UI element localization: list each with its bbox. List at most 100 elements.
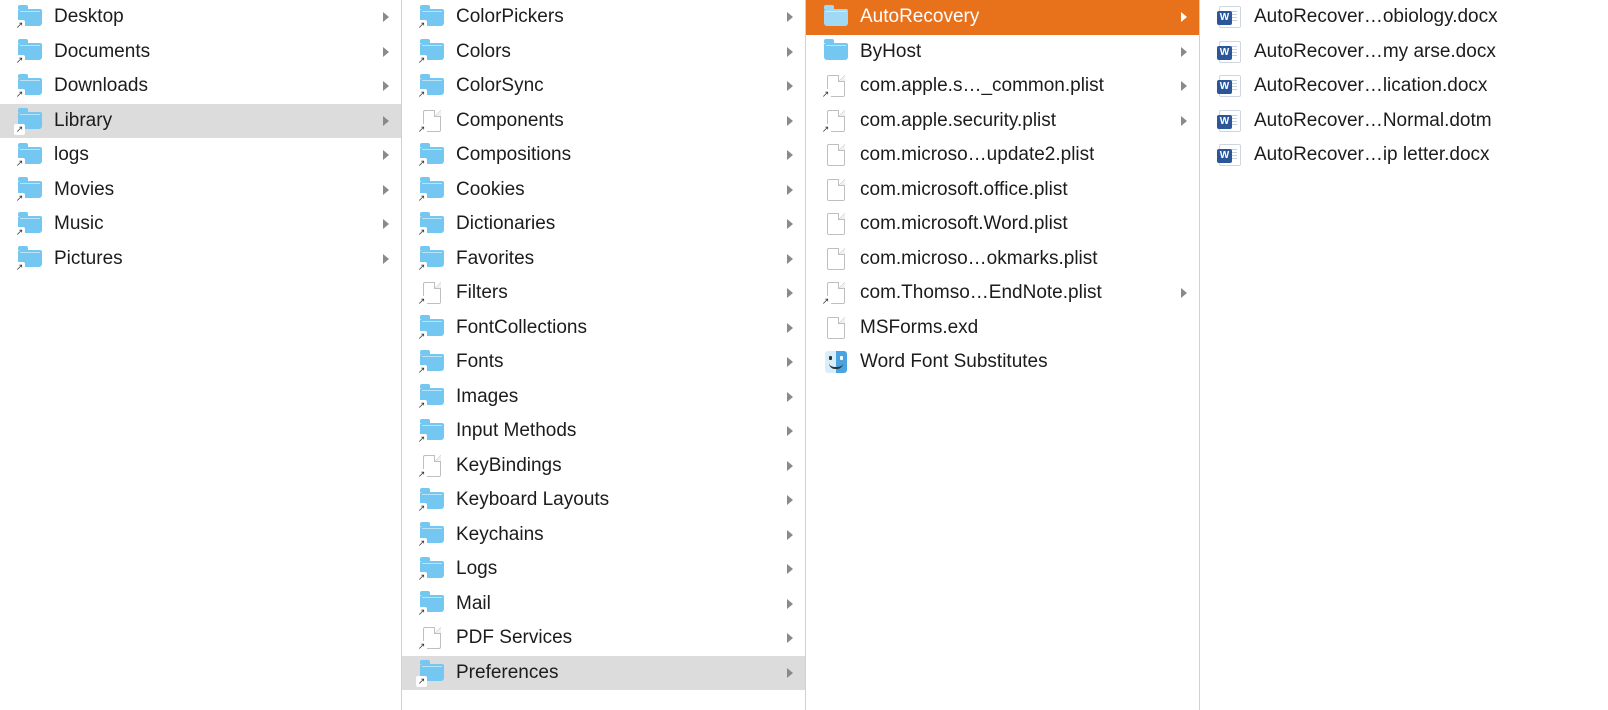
chevron-right-icon [785,356,795,368]
item-label: Movies [54,179,114,201]
folder-icon [418,523,446,547]
alias-badge-icon [416,124,427,135]
list-item[interactable]: ColorSync [402,69,805,104]
list-item[interactable]: com.microso…update2.plist [806,138,1199,173]
folder-icon [418,178,446,202]
list-item[interactable]: Keyboard Layouts [402,483,805,518]
chevron-right-icon [381,46,391,58]
list-item[interactable]: Music [0,207,401,242]
list-item[interactable]: Fonts [402,345,805,380]
file-icon [418,454,446,478]
chevron-right-icon [381,149,391,161]
item-label: Documents [54,41,150,63]
list-item[interactable]: AutoRecover…lication.docx [1200,69,1608,104]
list-item[interactable]: Components [402,104,805,139]
list-item[interactable]: Logs [402,552,805,587]
item-label: AutoRecovery [860,6,979,28]
list-item[interactable]: com.microsoft.office.plist [806,173,1199,208]
chevron-right-icon [785,460,795,472]
item-label: Music [54,213,104,235]
word-doc-icon [1216,40,1244,64]
alias-badge-icon [416,469,427,480]
list-item[interactable]: Pictures [0,242,401,277]
chevron-right-icon [785,46,795,58]
item-label: com.microso…update2.plist [860,144,1094,166]
alias-badge-icon [416,296,427,307]
list-item[interactable]: ColorPickers [402,0,805,35]
item-label: Pictures [54,248,123,270]
alias-badge-icon [416,227,427,238]
list-item[interactable]: MSForms.exd [806,311,1199,346]
list-item[interactable]: ByHost [806,35,1199,70]
list-item[interactable]: com.microsoft.Word.plist [806,207,1199,242]
list-item[interactable]: AutoRecover…my arse.docx [1200,35,1608,70]
list-item[interactable]: Preferences [402,656,805,691]
folder-icon [418,5,446,29]
list-item[interactable]: Library [0,104,401,139]
folder-icon [418,557,446,581]
list-item[interactable]: Mail [402,587,805,622]
chevron-right-icon [1179,46,1189,58]
list-item[interactable]: com.Thomso…EndNote.plist [806,276,1199,311]
list-item[interactable]: AutoRecovery [806,0,1199,35]
list-item[interactable]: AutoRecover…ip letter.docx [1200,138,1608,173]
alias-badge-icon [416,400,427,411]
item-label: Keychains [456,524,544,546]
list-item[interactable]: com.microso…okmarks.plist [806,242,1199,277]
chevron-right-icon [785,253,795,265]
list-item[interactable]: Movies [0,173,401,208]
list-item[interactable]: AutoRecover…obiology.docx [1200,0,1608,35]
list-item[interactable]: Desktop [0,0,401,35]
folder-icon [418,592,446,616]
list-item[interactable]: Input Methods [402,414,805,449]
item-label: Downloads [54,75,148,97]
file-icon [418,626,446,650]
folder-icon [822,40,850,64]
list-item[interactable]: Cookies [402,173,805,208]
item-label: com.apple.s…_common.plist [860,75,1104,97]
list-item[interactable]: logs [0,138,401,173]
list-item[interactable]: Word Font Substitutes [806,345,1199,380]
chevron-right-icon [785,598,795,610]
folder-icon [822,5,850,29]
item-label: Word Font Substitutes [860,351,1048,373]
folder-icon [16,178,44,202]
folder-icon [16,109,44,133]
word-doc-icon [1216,143,1244,167]
list-item[interactable]: Images [402,380,805,415]
list-item[interactable]: FontCollections [402,311,805,346]
item-label: Favorites [456,248,534,270]
chevron-right-icon [785,287,795,299]
item-label: ColorPickers [456,6,564,28]
list-item[interactable]: Colors [402,35,805,70]
list-item[interactable]: Keychains [402,518,805,553]
alias-badge-icon [416,193,427,204]
item-label: Cookies [456,179,525,201]
list-item[interactable]: Favorites [402,242,805,277]
alias-badge-icon [416,641,427,652]
alias-badge-icon [14,227,25,238]
item-label: PDF Services [456,627,572,649]
list-item[interactable]: Compositions [402,138,805,173]
word-doc-icon [1216,5,1244,29]
chevron-right-icon [785,115,795,127]
item-label: logs [54,144,89,166]
folder-icon [418,385,446,409]
list-item[interactable]: KeyBindings [402,449,805,484]
list-item[interactable]: Downloads [0,69,401,104]
alias-badge-icon [416,572,427,583]
folder-icon [16,5,44,29]
list-item[interactable]: Filters [402,276,805,311]
item-label: Dictionaries [456,213,555,235]
alias-badge-icon [416,538,427,549]
list-item[interactable]: AutoRecover…Normal.dotm [1200,104,1608,139]
list-item[interactable]: PDF Services [402,621,805,656]
list-item[interactable]: Documents [0,35,401,70]
list-item[interactable]: Dictionaries [402,207,805,242]
list-item[interactable]: com.apple.security.plist [806,104,1199,139]
item-label: FontCollections [456,317,587,339]
column-home: Desktop Documents Downloads Library logs Movi… [0,0,402,710]
finder-icon [822,350,850,374]
list-item[interactable]: com.apple.s…_common.plist [806,69,1199,104]
file-icon [418,109,446,133]
